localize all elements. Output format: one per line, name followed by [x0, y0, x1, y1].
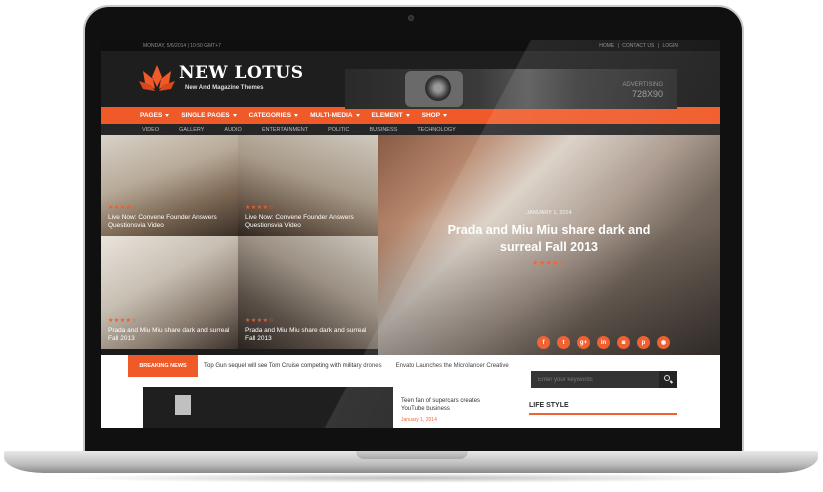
subnav-item-audio[interactable]: AUDIO [224, 127, 241, 133]
nav-label: PAGES [140, 112, 163, 119]
featured-tile[interactable]: ★★★★☆ Live Now: Convene Founder Answers … [101, 135, 238, 236]
nav-item-categories[interactable]: CATEGORIES [249, 112, 299, 119]
nav-item-multi-media[interactable]: MULTI-MEDIA [310, 112, 360, 119]
post-preview[interactable]: Teen fan of supercars creates YouTube bu… [401, 397, 501, 424]
tile-title: Prada and Miu Miu share dark and surreal… [108, 327, 230, 342]
contact-link[interactable]: CONTACT US [622, 43, 654, 49]
tile-title: Live Now: Convene Founder Answers Questi… [245, 214, 354, 229]
chevron-down-icon [232, 114, 237, 117]
nav-label: SHOP [421, 112, 441, 119]
top-bar: MONDAY, 5/6/2014 | 10:50 GMT+7 HOME | CO… [101, 40, 720, 51]
rating-stars: ★★★★☆ [532, 260, 566, 267]
story-title: Prada and Miu Miu share dark and surreal… [447, 223, 651, 254]
separator: | [657, 42, 660, 49]
sub-nav: VIDEO GALLERY AUDIO ENTERTAINMENT POLITI… [101, 124, 720, 135]
post-date: January 1, 2014 [401, 417, 437, 423]
chevron-down-icon [294, 114, 299, 117]
breaking-news-item[interactable]: Top Gun sequel will see Tom Cruise compe… [204, 363, 382, 369]
rating-stars: ★★★★☆ [108, 318, 138, 324]
featured-tile[interactable]: ★★★★☆ Prada and Miu Miu share dark and s… [101, 236, 238, 349]
search-input[interactable] [531, 371, 659, 388]
ad-size: 728X90 [631, 89, 663, 99]
search-box [531, 371, 677, 388]
lotus-icon [139, 65, 175, 91]
logo-title: NEW LOTUS [179, 63, 304, 83]
top-bar-date: MONDAY, 5/6/2014 | 10:50 GMT+7 [143, 42, 221, 49]
separator: | [617, 42, 619, 49]
nav-item-pages[interactable]: PAGES [140, 112, 170, 119]
subnav-item-gallery[interactable]: GALLERY [179, 127, 204, 133]
video-thumbnail[interactable] [143, 387, 393, 428]
top-links: HOME | CONTACT US | LOGIN [597, 43, 678, 49]
chevron-down-icon [405, 114, 410, 117]
tile-title: Live Now: Convene Founder Answers Questi… [108, 214, 217, 229]
social-links: f t g+ in ◙ p ◉ [530, 336, 670, 349]
google-plus-icon[interactable]: g+ [577, 336, 590, 349]
twitter-icon[interactable]: t [557, 336, 570, 349]
pinterest-icon[interactable]: p [637, 336, 650, 349]
chevron-down-icon [165, 114, 170, 117]
nav-label: SINGLE PAGES [181, 112, 230, 119]
content-area: Teen fan of supercars creates YouTube bu… [101, 371, 720, 428]
site-logo[interactable]: NEW LOTUS New And Magazine Themes [139, 63, 304, 93]
subnav-item-politic[interactable]: POLITIC [328, 127, 349, 133]
nav-label: CATEGORIES [248, 112, 292, 119]
main-featured-story[interactable]: JANUARY 1, 2014 Prada and Miu Miu share … [378, 135, 720, 355]
linkedin-icon[interactable]: in [597, 336, 610, 349]
camera-lens-image [425, 75, 451, 101]
search-icon [664, 375, 670, 381]
rating-stars: ★★★★☆ [108, 205, 138, 211]
nav-item-element[interactable]: ELEMENT [372, 112, 410, 119]
nav-label: MULTI-MEDIA [310, 112, 353, 119]
story-date: JANUARY 1, 2014 [526, 210, 572, 216]
home-link[interactable]: HOME [599, 43, 614, 49]
rating-stars: ★★★★☆ [245, 318, 275, 324]
site-header: NEW LOTUS New And Magazine Themes ADVERT… [101, 51, 720, 109]
laptop-notch [356, 451, 468, 459]
breaking-news-item[interactable]: Envato Launches the Microlancer Creative [396, 363, 509, 369]
subnav-item-technology[interactable]: TECHNOLOGY [417, 127, 456, 133]
webcam [408, 15, 414, 21]
section-underline [529, 413, 677, 415]
featured-tile[interactable]: ★★★★☆ Prada and Miu Miu share dark and s… [238, 236, 378, 349]
stage-light-image [175, 395, 191, 415]
search-button[interactable] [659, 371, 677, 388]
rating-stars: ★★★★☆ [245, 205, 275, 211]
breaking-news-label: BREAKING NEWS [128, 355, 198, 377]
featured-tile[interactable]: ★★★★☆ Live Now: Convene Founder Answers … [238, 135, 378, 236]
subnav-item-entertainment[interactable]: ENTERTAINMENT [262, 127, 308, 133]
subnav-item-video[interactable]: VIDEO [142, 127, 159, 133]
login-link[interactable]: LOGIN [662, 43, 678, 49]
post-title: Teen fan of supercars creates YouTube bu… [401, 398, 481, 412]
tile-title: Prada and Miu Miu share dark and surreal… [245, 327, 367, 342]
subnav-item-business[interactable]: BUSINESS [369, 127, 397, 133]
chevron-down-icon [355, 114, 360, 117]
advertising-banner[interactable]: ADVERTISING 728X90 [345, 69, 677, 109]
nav-item-single-pages[interactable]: SINGLE PAGES [181, 112, 237, 119]
featured-grid: ★★★★☆ Live Now: Convene Founder Answers … [101, 135, 720, 355]
life-style-heading: LIFE STYLE [529, 402, 569, 409]
nav-label: ELEMENT [371, 112, 403, 119]
laptop-shadow [60, 473, 760, 483]
main-nav: PAGES SINGLE PAGES CATEGORIES MULTI-MEDI… [101, 107, 720, 124]
chevron-down-icon [443, 114, 448, 117]
logo-subtitle: New And Magazine Themes [185, 85, 264, 91]
laptop-mockup: MONDAY, 5/6/2014 | 10:50 GMT+7 HOME | CO… [0, 0, 823, 492]
nav-item-shop[interactable]: SHOP [421, 112, 448, 119]
rss-icon[interactable]: ◉ [657, 336, 670, 349]
facebook-icon[interactable]: f [537, 336, 550, 349]
screen: MONDAY, 5/6/2014 | 10:50 GMT+7 HOME | CO… [101, 40, 720, 428]
flickr-icon[interactable]: ◙ [617, 336, 630, 349]
